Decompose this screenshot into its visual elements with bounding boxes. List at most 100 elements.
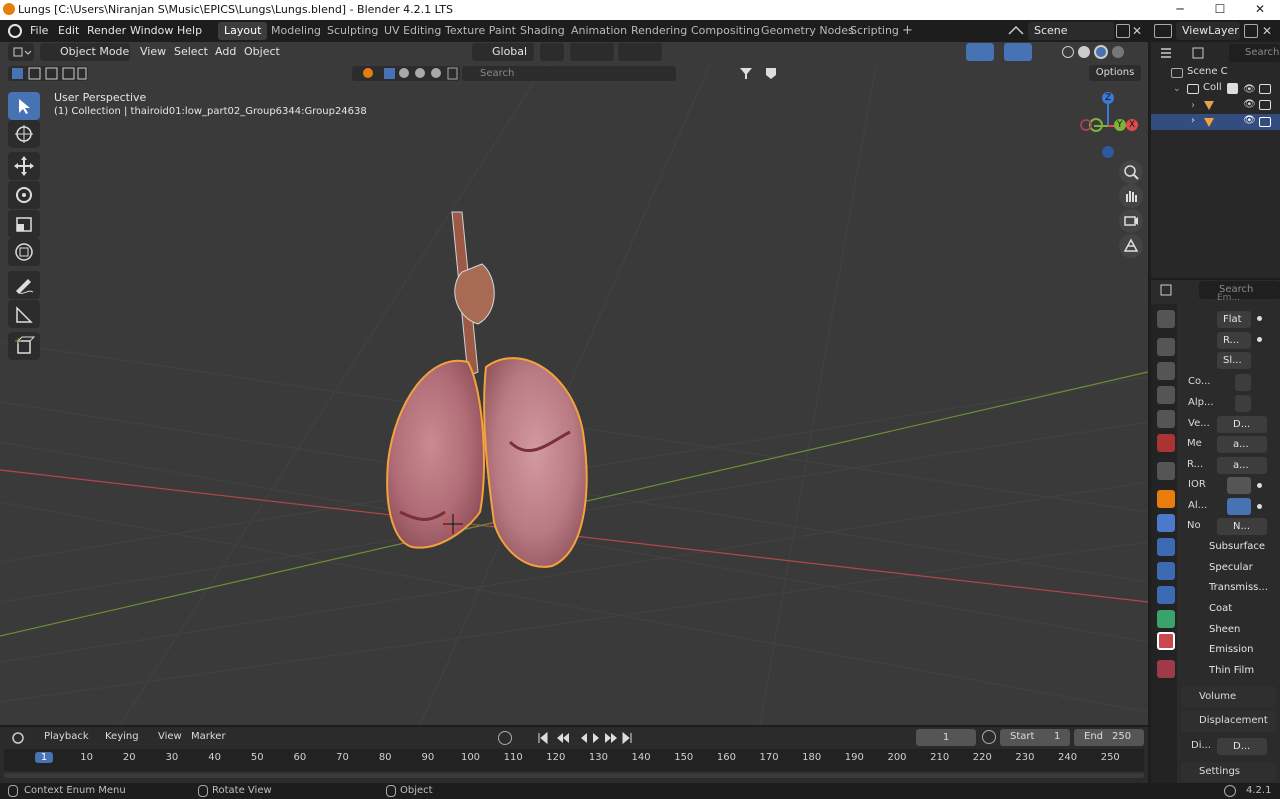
view-layer-tab-icon[interactable] [1157, 386, 1175, 404]
display-mode-icon[interactable] [1191, 46, 1213, 60]
mesh-object-icon[interactable] [1203, 99, 1215, 111]
menu-file[interactable]: File [30, 24, 48, 37]
shading-solid-icon[interactable] [1078, 46, 1090, 58]
subsection-sheen[interactable]: Sheen [1181, 624, 1280, 635]
eye-icon[interactable]: 👁 [1243, 99, 1256, 110]
maximize-button[interactable]: ☐ [1200, 0, 1240, 20]
subsection-emission[interactable]: Emission [1181, 644, 1280, 655]
eye-icon[interactable]: 👁 [1243, 84, 1256, 95]
prop-link-ve[interactable]: D... [1217, 416, 1267, 433]
collapse-collection-icon[interactable]: ⌄ [1173, 84, 1181, 94]
view-layer-field[interactable]: ViewLayer [1176, 22, 1240, 40]
section-settings[interactable]: Settings [1181, 762, 1276, 782]
prop-value-ior[interactable] [1227, 477, 1251, 494]
view-menu-timeline[interactable]: View [158, 731, 182, 742]
overlay-toggle-icon[interactable] [1004, 43, 1032, 61]
tab-compositing[interactable]: Compositing [685, 22, 766, 40]
shading-rendered-icon[interactable] [1112, 46, 1124, 58]
object-type-visibility-icons[interactable] [352, 66, 460, 81]
options-button[interactable]: Options [1089, 65, 1141, 81]
scene-collection-label[interactable]: Scene C [1187, 66, 1228, 77]
subsection-thin-film[interactable]: Thin Film [1181, 665, 1280, 676]
viewport-filter-icons[interactable] [680, 66, 780, 81]
menu-window[interactable]: Window [130, 24, 173, 37]
proportional-editing-icon[interactable] [618, 43, 662, 61]
right-lung[interactable] [483, 357, 588, 568]
outliner-editor-icon[interactable] [1159, 46, 1181, 60]
cursor-tool[interactable] [8, 120, 40, 148]
left-lung[interactable] [386, 359, 485, 549]
prop-dropdown-sl[interactable]: Sl... [1217, 352, 1251, 369]
tab-shading[interactable]: Shading [514, 22, 571, 40]
annotate-tool[interactable] [8, 271, 40, 299]
tab-sculpting[interactable]: Sculpting [321, 22, 384, 40]
world-tab-icon[interactable] [1157, 434, 1175, 452]
scale-tool[interactable] [8, 210, 40, 238]
shading-material-icon[interactable] [1094, 45, 1108, 59]
tab-uv-editing[interactable]: UV Editing [378, 22, 447, 40]
prop-color-al[interactable] [1227, 498, 1251, 515]
snap-toggle-icon[interactable] [570, 43, 614, 61]
tab-layout[interactable]: Layout [218, 22, 268, 40]
prop-dropdown-flat[interactable]: Flat [1217, 311, 1251, 328]
object-tab-icon[interactable] [1157, 490, 1175, 508]
keyframe-dot-icon[interactable] [1257, 483, 1262, 488]
scene-icon[interactable] [1006, 24, 1026, 38]
constraints-tab-icon[interactable] [1157, 586, 1175, 604]
modifiers-tab-icon[interactable] [1157, 514, 1175, 532]
prop-dropdown-alpha[interactable] [1235, 395, 1251, 412]
new-scene-icon[interactable] [1116, 24, 1130, 38]
physics-tab-icon[interactable] [1157, 562, 1175, 580]
measure-tool[interactable] [8, 300, 40, 328]
outliner-search-input[interactable]: Search [1229, 44, 1280, 62]
zoom-icon[interactable] [1119, 160, 1143, 184]
mesh-object-icon[interactable] [1203, 116, 1215, 128]
tool-tab-icon[interactable] [1157, 310, 1175, 328]
menu-edit[interactable]: Edit [58, 24, 79, 37]
playback-controls[interactable] [535, 730, 635, 746]
add-cube-tool[interactable]: + [8, 332, 40, 360]
rotate-tool[interactable] [8, 181, 40, 209]
keying-menu[interactable]: Keying [105, 731, 139, 742]
camera-render-icon[interactable] [1259, 84, 1271, 94]
3d-viewport[interactable]: + User Perspective (1) Collection | thai… [0, 42, 1148, 725]
scene-field[interactable]: Scene [1028, 22, 1114, 40]
data-tab-icon[interactable] [1157, 610, 1175, 628]
prop-dropdown-r[interactable]: R... [1217, 332, 1251, 349]
prop-link-me[interactable]: a... [1217, 436, 1267, 453]
viewport-search-input[interactable]: Search [462, 66, 676, 81]
collection-checkbox[interactable] [1227, 83, 1238, 94]
transform-orientation-dropdown[interactable]: Global [472, 43, 534, 61]
menu-help[interactable]: Help [177, 24, 202, 37]
add-menu[interactable]: Add [215, 43, 236, 61]
object-menu[interactable]: Object [244, 43, 280, 61]
texture-tab-icon[interactable] [1157, 660, 1175, 678]
section-volume[interactable]: Volume [1181, 686, 1276, 708]
marker-menu[interactable]: Marker [191, 731, 226, 742]
auto-keying-icon[interactable] [498, 731, 512, 745]
tab-rendering[interactable]: Rendering [625, 22, 693, 40]
subsection-coat[interactable]: Coat [1181, 603, 1280, 614]
subsection-specular[interactable]: Specular [1181, 562, 1280, 573]
prop-link-normal[interactable]: N... [1217, 518, 1267, 535]
end-frame-field[interactable]: End 250 [1074, 729, 1144, 746]
keyframe-dot-icon[interactable] [1257, 337, 1262, 342]
visibility-dropdown-icon[interactable] [936, 43, 962, 61]
camera-view-icon[interactable] [1119, 209, 1143, 233]
minimize-button[interactable]: ─ [1160, 0, 1200, 20]
delete-view-layer-icon[interactable]: ✕ [1262, 24, 1276, 38]
ortho-grid-icon[interactable] [1119, 234, 1143, 258]
particles-tab-icon[interactable] [1157, 538, 1175, 556]
output-tab-icon[interactable] [1157, 362, 1175, 380]
editor-type-icon[interactable] [8, 43, 34, 61]
menu-render[interactable]: Render [87, 24, 126, 37]
move-tool[interactable] [8, 152, 40, 180]
camera-render-icon[interactable] [1259, 100, 1271, 110]
pan-hand-icon[interactable] [1119, 184, 1143, 208]
preview-range-icon[interactable] [982, 730, 996, 744]
collection-tab-icon[interactable] [1157, 462, 1175, 480]
xray-toggle-icon[interactable] [1042, 43, 1056, 61]
camera-render-icon[interactable] [1259, 117, 1271, 127]
timeline-scrollbar[interactable] [4, 773, 1144, 778]
selection-mode-buttons[interactable] [8, 66, 88, 81]
